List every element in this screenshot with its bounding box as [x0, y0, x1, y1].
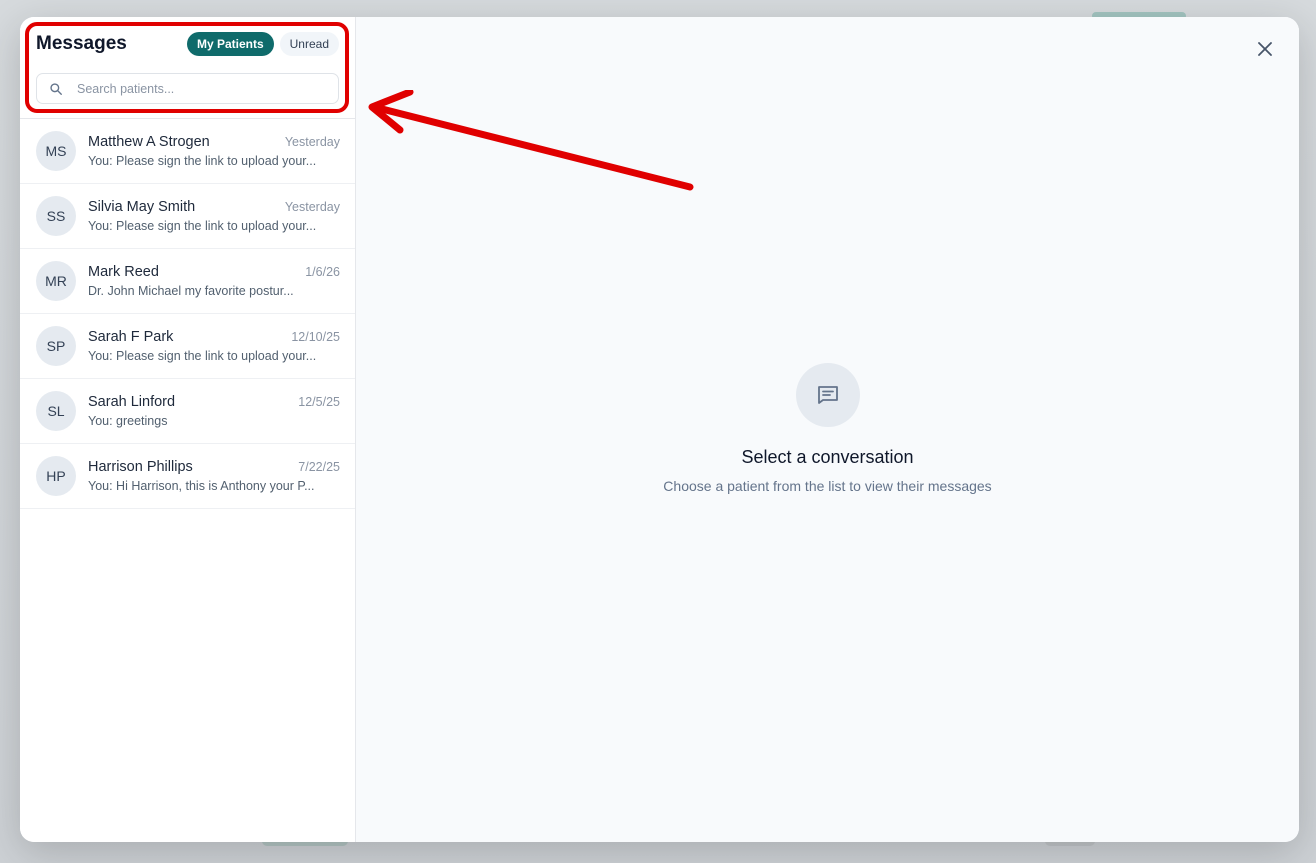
close-button[interactable]	[1255, 39, 1275, 59]
conversation-list: MS Matthew A Strogen Yesterday You: Plea…	[20, 119, 355, 842]
patient-name: Sarah Linford	[88, 394, 176, 410]
filter-unread-button[interactable]: Unread	[279, 32, 339, 56]
filter-pills: My Patients Unread	[186, 32, 339, 56]
messages-modal: Messages My Patients Unread MS Mat	[20, 17, 1299, 842]
conversation-top: Harrison Phillips 7/22/25	[88, 459, 340, 475]
conversation-top: Sarah F Park 12/10/25	[88, 329, 340, 345]
avatar: SS	[36, 196, 76, 236]
conversation-body: Sarah F Park 12/10/25 You: Please sign t…	[88, 329, 340, 363]
conversation-item[interactable]: MR Mark Reed 1/6/26 Dr. John Michael my …	[20, 249, 355, 314]
conversation-top: Matthew A Strogen Yesterday	[88, 134, 340, 150]
avatar: MS	[36, 131, 76, 171]
conversation-item[interactable]: HP Harrison Phillips 7/22/25 You: Hi Har…	[20, 444, 355, 509]
conversation-body: Harrison Phillips 7/22/25 You: Hi Harris…	[88, 459, 340, 493]
conversation-date: 7/22/25	[298, 460, 340, 474]
conversation-body: Silvia May Smith Yesterday You: Please s…	[88, 199, 340, 233]
avatar: SP	[36, 326, 76, 366]
patient-name: Harrison Phillips	[88, 459, 193, 475]
conversation-top: Sarah Linford 12/5/25	[88, 394, 340, 410]
sidebar-header: Messages My Patients Unread	[20, 17, 355, 119]
conversation-panel: Select a conversation Choose a patient f…	[356, 17, 1299, 842]
patient-name: Sarah F Park	[88, 329, 174, 345]
conversation-date: 12/5/25	[298, 395, 340, 409]
conversation-item[interactable]: SS Silvia May Smith Yesterday You: Pleas…	[20, 184, 355, 249]
message-square-icon	[817, 386, 838, 404]
conversation-sidebar: Messages My Patients Unread MS Mat	[20, 17, 356, 842]
conversation-top: Mark Reed 1/6/26	[88, 264, 340, 280]
patient-name: Mark Reed	[88, 264, 159, 280]
patient-name: Silvia May Smith	[88, 199, 196, 215]
message-preview: You: Please sign the link to upload your…	[88, 349, 317, 363]
conversation-top: Silvia May Smith Yesterday	[88, 199, 340, 215]
search-input[interactable]	[77, 81, 328, 96]
avatar: HP	[36, 456, 76, 496]
conversation-date: Yesterday	[284, 200, 340, 214]
patient-name: Matthew A Strogen	[88, 134, 210, 150]
header-row: Messages My Patients Unread	[36, 32, 339, 56]
close-icon	[1258, 42, 1272, 56]
avatar: SL	[36, 391, 76, 431]
conversation-date: 1/6/26	[305, 265, 340, 279]
empty-state-title: Select a conversation	[741, 447, 914, 467]
conversation-body: Mark Reed 1/6/26 Dr. John Michael my fav…	[88, 264, 340, 298]
conversation-date: 12/10/25	[291, 330, 340, 344]
search-icon	[50, 82, 62, 95]
message-preview: You: Please sign the link to upload your…	[88, 154, 317, 168]
empty-state: Select a conversation Choose a patient f…	[356, 363, 1299, 494]
conversation-item[interactable]: SP Sarah F Park 12/10/25 You: Please sig…	[20, 314, 355, 379]
message-preview: You: greetings	[88, 414, 168, 428]
conversation-item[interactable]: MS Matthew A Strogen Yesterday You: Plea…	[20, 119, 355, 184]
message-preview: You: Hi Harrison, this is Anthony your P…	[88, 479, 315, 493]
filter-my-patients-button[interactable]: My Patients	[186, 32, 274, 56]
conversation-item[interactable]: SL Sarah Linford 12/5/25 You: greetings	[20, 379, 355, 444]
conversation-body: Matthew A Strogen Yesterday You: Please …	[88, 134, 340, 168]
avatar: MR	[36, 261, 76, 301]
message-preview: Dr. John Michael my favorite postur...	[88, 284, 294, 298]
conversation-body: Sarah Linford 12/5/25 You: greetings	[88, 394, 340, 428]
message-preview: You: Please sign the link to upload your…	[88, 219, 317, 233]
messages-title: Messages	[36, 33, 127, 54]
search-box	[36, 73, 339, 104]
empty-state-subtitle: Choose a patient from the list to view t…	[663, 478, 992, 494]
conversation-date: Yesterday	[284, 135, 340, 149]
empty-state-icon-circle	[795, 363, 860, 427]
